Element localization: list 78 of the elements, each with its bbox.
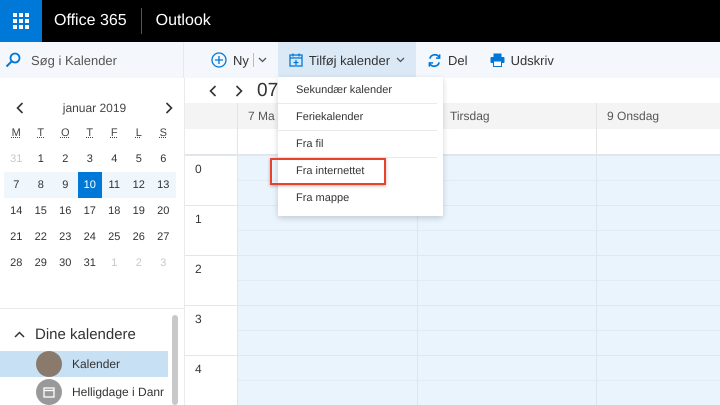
grid-icon [13, 13, 29, 29]
day-cell[interactable]: 12 [126, 172, 151, 198]
search-field[interactable]: Søg i Kalender [29, 52, 173, 68]
toolbar-button[interactable]: Tilføj kalender [278, 42, 416, 78]
chevron-left-icon [209, 84, 217, 96]
time-slot[interactable] [237, 355, 417, 405]
calendar-item[interactable]: Helligdage i Danr [0, 379, 168, 405]
sync-icon [427, 52, 442, 68]
month-title[interactable]: januar 2019 [62, 101, 126, 115]
day-cell[interactable]: 25 [102, 224, 126, 250]
weekday-label: T [36, 127, 46, 139]
weekday-label: T [85, 127, 94, 139]
day-cell[interactable]: 31 [78, 250, 102, 276]
calendar-add-icon [288, 53, 303, 67]
day-cell[interactable]: 10 [78, 172, 102, 198]
day-cell[interactable]: 19 [126, 198, 151, 224]
menu-item[interactable]: Fra internettet [270, 158, 386, 185]
avatar-icon [36, 351, 62, 377]
day-cell[interactable]: 22 [28, 224, 53, 250]
chevron-right-icon [164, 102, 173, 114]
day-cell[interactable]: 9 [53, 172, 78, 198]
menu-item[interactable]: Sekundær kalender [278, 77, 437, 104]
day-cell[interactable]: 24 [78, 224, 102, 250]
toolbar-button[interactable]: Del [416, 42, 479, 78]
day-cell[interactable]: 4 [102, 146, 126, 172]
day-cell[interactable]: 26 [126, 224, 151, 250]
day-cell[interactable]: 13 [151, 172, 176, 198]
caret-down-icon [258, 57, 267, 63]
time-slot[interactable] [417, 205, 596, 255]
day-cell[interactable]: 5 [126, 146, 151, 172]
day-cell[interactable]: 14 [4, 198, 28, 224]
day-cell[interactable]: 3 [78, 146, 102, 172]
day-cell[interactable]: 7 [4, 172, 28, 198]
scrollbar[interactable] [172, 315, 178, 405]
day-cell[interactable]: 30 [53, 250, 78, 276]
printer-icon [490, 53, 505, 67]
day-cell[interactable]: 16 [53, 198, 78, 224]
calendar-group-header[interactable]: Dine kalendere [0, 319, 164, 349]
menu-item[interactable]: Fra mappe [278, 185, 437, 212]
day-header[interactable]: 9 Onsdag [596, 103, 720, 129]
time-slot[interactable] [596, 155, 720, 205]
toolbar-button[interactable]: Ny [200, 42, 278, 78]
toolbar-button[interactable]: Udskriv [478, 42, 565, 78]
day-cell[interactable]: 20 [151, 198, 176, 224]
plus-circle-icon [211, 52, 227, 68]
calendar-item[interactable]: Kalender [0, 351, 168, 377]
menu-item[interactable]: Fra fil [278, 131, 437, 158]
chevron-left-icon [16, 102, 24, 114]
time-slot[interactable] [237, 305, 417, 355]
day-cell[interactable]: 11 [102, 172, 126, 198]
app-launcher-button[interactable] [0, 0, 42, 42]
day-cell[interactable]: 28 [4, 250, 28, 276]
search-icon [5, 52, 21, 68]
day-cell[interactable]: 15 [28, 198, 53, 224]
day-cell[interactable]: 23 [53, 224, 78, 250]
date-range-title: 07 [257, 80, 278, 102]
day-cell[interactable]: 21 [4, 224, 28, 250]
calendar-icon [36, 379, 62, 405]
chevron-up-icon [14, 330, 25, 338]
day-cell[interactable]: 18 [102, 198, 126, 224]
weekday-label: F [110, 127, 119, 139]
time-slot[interactable] [237, 255, 417, 305]
day-cell[interactable]: 29 [28, 250, 53, 276]
suite-title[interactable]: Office 365 [54, 12, 127, 30]
menu-item[interactable]: Feriekalender [278, 104, 437, 131]
weekday-label: L [134, 127, 143, 139]
day-cell[interactable]: 1 [28, 146, 53, 172]
caret-down-icon [396, 57, 406, 63]
day-cell[interactable]: 6 [151, 146, 176, 172]
weekday-label: S [158, 127, 168, 139]
day-cell[interactable]: 2 [53, 146, 78, 172]
weekday-label: M [10, 127, 22, 139]
app-title[interactable]: Outlook [156, 12, 211, 30]
weekday-label: O [60, 127, 71, 139]
chevron-right-icon [235, 84, 243, 96]
day-cell[interactable]: 8 [28, 172, 53, 198]
day-cell[interactable]: 17 [78, 198, 102, 224]
day-cell[interactable]: 27 [151, 224, 176, 250]
